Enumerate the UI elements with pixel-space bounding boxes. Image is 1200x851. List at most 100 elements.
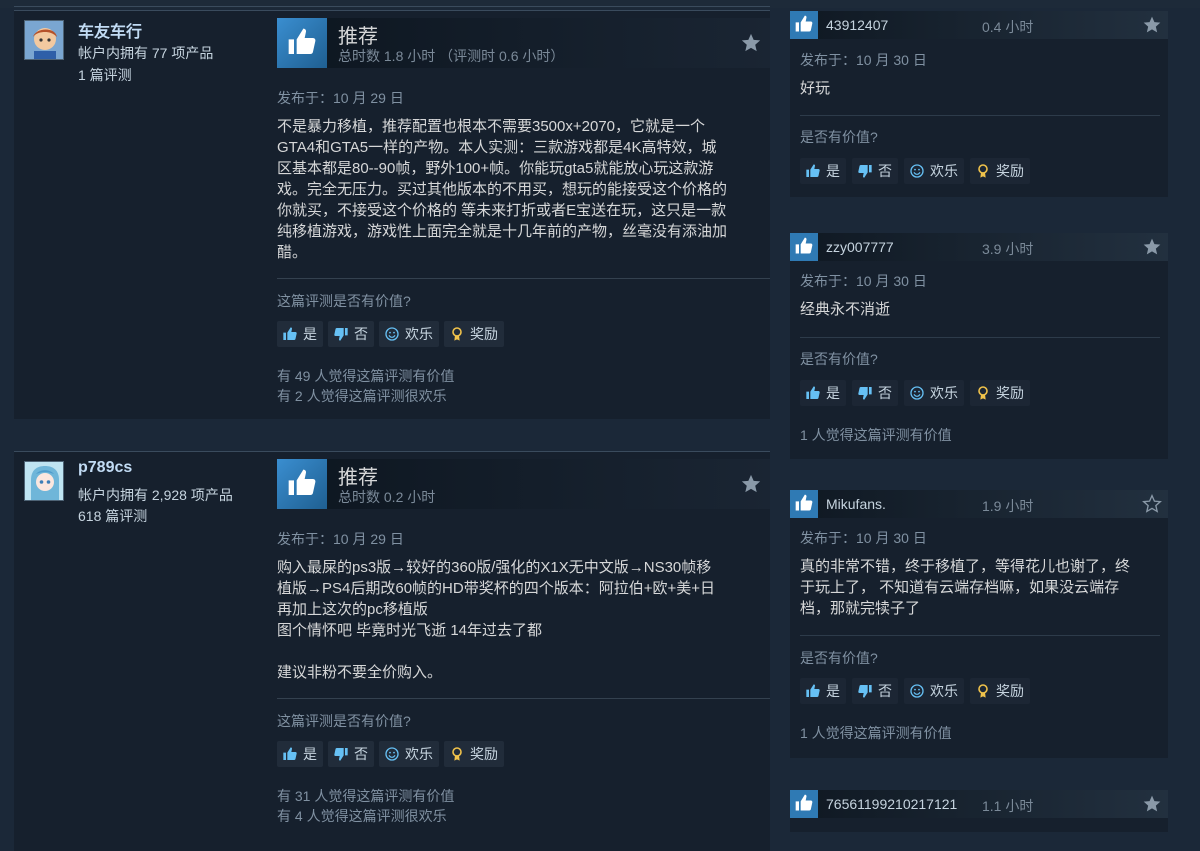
thumbs-up-icon — [804, 162, 822, 180]
review-card: p789cs 帐户内拥有 2,928 项产品 618 篇评测 推荐 总时数 0.… — [14, 451, 770, 851]
award-icon — [974, 682, 992, 700]
divider — [800, 337, 1160, 338]
posted-date: 发布于：10 月 29 日 — [277, 90, 404, 106]
review-text: 购入最屎的ps3版→较好的360版/强化的X1X无中文版→NS30帧移 植版→P… — [277, 559, 715, 681]
author-name[interactable]: p789cs — [78, 459, 132, 477]
thumbs-up-icon — [281, 325, 299, 343]
posted-date: 发布于：10 月 30 日 — [800, 273, 927, 289]
vote-funny-button[interactable]: 欢乐 — [379, 321, 439, 347]
thumbs-up-icon — [804, 682, 822, 700]
reviewer-name[interactable]: zzy007777 — [826, 239, 894, 255]
star-icon[interactable] — [1142, 237, 1162, 257]
thumbs-up-icon — [804, 384, 822, 402]
star-outline-icon[interactable] — [1142, 494, 1162, 514]
smile-icon — [908, 162, 926, 180]
thumbs-up-icon — [790, 11, 818, 39]
short-review-card: 43912407 0.4 小时 发布于：10 月 30 日 好玩 是否有价值? … — [790, 11, 1168, 197]
divider — [277, 278, 770, 279]
helpful-question: 是否有价值? — [800, 129, 878, 145]
playtime: 1.9 小时 — [982, 498, 1034, 514]
reviewer-name[interactable]: 76561199210217121 — [826, 796, 957, 812]
award-icon — [448, 325, 466, 343]
posted-date: 发布于：10 月 29 日 — [277, 531, 404, 547]
playtime: 3.9 小时 — [982, 241, 1034, 257]
vote-no-button[interactable]: 否 — [852, 678, 898, 704]
avatar[interactable] — [24, 20, 64, 60]
vote-header: 推荐 总时数 1.8 小时 （评测时 0.6 小时） — [277, 18, 770, 68]
thumbs-down-icon — [856, 682, 874, 700]
smile-icon — [383, 745, 401, 763]
award-icon — [448, 745, 466, 763]
thumbs-up-icon — [790, 490, 818, 518]
review-text: 经典永不消逝 — [800, 301, 891, 318]
playtime: 总时数 0.2 小时 — [338, 489, 436, 505]
thumbs-up-icon — [277, 18, 327, 68]
review-count[interactable]: 1 篇评测 — [78, 65, 132, 85]
vote-no-button[interactable]: 否 — [852, 380, 898, 406]
helpful-count: 1 人觉得这篇评测有价值 — [800, 427, 952, 443]
reviewer-name[interactable]: Mikufans. — [826, 496, 886, 512]
thumbs-up-icon — [790, 790, 818, 818]
review-text: 好玩 — [800, 80, 831, 97]
vote-yes-button[interactable]: 是 — [277, 741, 323, 767]
thumbs-down-icon — [856, 384, 874, 402]
posted-date: 发布于：10 月 30 日 — [800, 530, 927, 546]
vote-no-button[interactable]: 否 — [328, 741, 374, 767]
award-button[interactable]: 奖励 — [970, 158, 1030, 184]
star-icon[interactable] — [740, 32, 762, 54]
review-text: 真的非常不错，终于移植了，等得花儿也谢了，终 于玩上了， 不知道有云端存档嘛，如… — [800, 558, 1131, 617]
avatar[interactable] — [24, 461, 64, 501]
helpful-question: 这篇评测是否有价值? — [277, 293, 411, 309]
review-text: 不是暴力移植，推荐配置也根本不需要3500x+2070，它就是一个 GTA4和G… — [277, 118, 728, 261]
smile-icon — [383, 325, 401, 343]
helpful-question: 这篇评测是否有价值? — [277, 713, 411, 729]
helpful-question: 是否有价值? — [800, 650, 878, 666]
smile-icon — [908, 682, 926, 700]
short-review-card: Mikufans. 1.9 小时 发布于：10 月 30 日 真的非常不错，终于… — [790, 490, 1168, 758]
thumbs-up-icon — [281, 745, 299, 763]
review-card: 车友车行 帐户内拥有 77 项产品 1 篇评测 推荐 总时数 1.8 小时 （评… — [14, 10, 770, 419]
thumbs-up-icon — [790, 233, 818, 261]
playtime: 总时数 1.8 小时 （评测时 0.6 小时） — [338, 48, 565, 64]
divider — [277, 698, 770, 699]
thumbs-down-icon — [332, 745, 350, 763]
vote-yes-button[interactable]: 是 — [800, 380, 846, 406]
playtime: 0.4 小时 — [982, 19, 1034, 35]
vote-header: 推荐 总时数 0.2 小时 — [277, 459, 770, 509]
smile-icon — [908, 384, 926, 402]
vote-yes-button[interactable]: 是 — [800, 158, 846, 184]
award-button[interactable]: 奖励 — [970, 678, 1030, 704]
products-owned[interactable]: 帐户内拥有 77 项产品 — [78, 43, 213, 63]
helpful-question: 是否有价值? — [800, 351, 878, 367]
posted-date: 发布于：10 月 30 日 — [800, 52, 927, 68]
verdict-title[interactable]: 推荐 — [338, 461, 378, 490]
helpful-count: 有 31 人觉得这篇评测有价值 — [277, 788, 455, 804]
author-name[interactable]: 车友车行 — [78, 18, 142, 42]
award-button[interactable]: 奖励 — [444, 741, 504, 767]
divider — [800, 635, 1160, 636]
vote-funny-button[interactable]: 欢乐 — [904, 678, 964, 704]
award-button[interactable]: 奖励 — [970, 380, 1030, 406]
vote-funny-button[interactable]: 欢乐 — [904, 380, 964, 406]
vote-no-button[interactable]: 否 — [852, 158, 898, 184]
star-icon[interactable] — [1142, 794, 1162, 814]
vote-yes-button[interactable]: 是 — [800, 678, 846, 704]
review-count[interactable]: 618 篇评测 — [78, 506, 147, 526]
helpful-count: 有 49 人觉得这篇评测有价值 — [277, 368, 455, 384]
products-owned[interactable]: 帐户内拥有 2,928 项产品 — [78, 485, 233, 505]
funny-count: 有 2 人觉得这篇评测很欢乐 — [277, 388, 447, 404]
divider — [800, 115, 1160, 116]
thumbs-down-icon — [856, 162, 874, 180]
vote-yes-button[interactable]: 是 — [277, 321, 323, 347]
star-icon[interactable] — [1142, 15, 1162, 35]
award-button[interactable]: 奖励 — [444, 321, 504, 347]
verdict-title[interactable]: 推荐 — [338, 20, 378, 49]
reviewer-name[interactable]: 43912407 — [826, 17, 888, 33]
vote-no-button[interactable]: 否 — [328, 321, 374, 347]
vote-funny-button[interactable]: 欢乐 — [379, 741, 439, 767]
helpful-count: 1 人觉得这篇评测有价值 — [800, 725, 952, 741]
vote-funny-button[interactable]: 欢乐 — [904, 158, 964, 184]
thumbs-down-icon — [332, 325, 350, 343]
star-icon[interactable] — [740, 473, 762, 495]
award-icon — [974, 384, 992, 402]
